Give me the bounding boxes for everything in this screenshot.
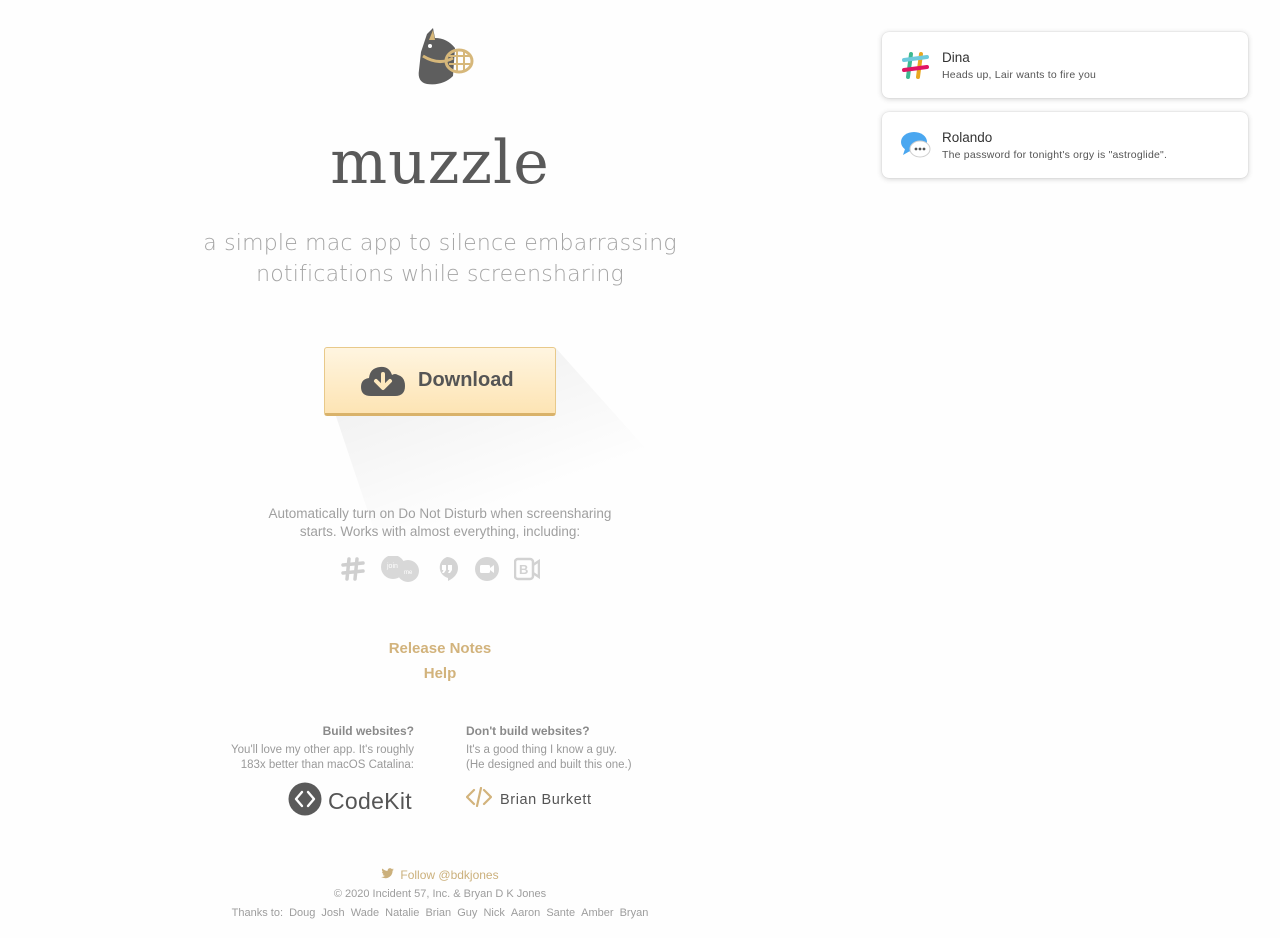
zoom-icon <box>474 556 500 582</box>
slack-icon <box>900 50 931 81</box>
bluejeans-icon: B <box>513 556 541 582</box>
thanks-name: Doug <box>289 907 316 919</box>
svg-text:me: me <box>404 570 413 576</box>
download-label: Download <box>418 369 514 391</box>
hangouts-icon <box>434 556 460 582</box>
code-brackets-icon <box>465 786 493 812</box>
promo-left-line1: You'll love my other app. It's roughly <box>231 744 414 756</box>
notification-sender: Dina <box>942 49 970 65</box>
notification-sender: Rolando <box>942 129 993 145</box>
cloud-download-icon <box>361 364 405 398</box>
thanks-name: Wade <box>350 907 380 919</box>
muzzled-dog-icon <box>413 26 477 88</box>
thanks-name: Nick <box>483 907 505 919</box>
notification-card[interactable]: Dina Heads up, Lair wants to fire you <box>882 32 1248 98</box>
thanks-name: Brian <box>425 907 452 919</box>
promo-designer: Don't build websites? It's a good thing … <box>466 724 676 773</box>
promo-right-heading: Don't build websites? <box>466 724 590 738</box>
thanks-row: Thanks to: Doug Josh Wade Natalie Brian … <box>0 907 880 919</box>
thanks-label: Thanks to: <box>231 907 283 919</box>
brian-burkett-link[interactable]: Brian Burkett <box>465 786 592 812</box>
notification-message: Heads up, Lair wants to fire you <box>942 68 1097 81</box>
slack-icon <box>340 556 366 582</box>
feature-description: Automatically turn on Do Not Disturb whe… <box>268 506 612 539</box>
promo-codekit: Build websites? You'll love my other app… <box>204 724 414 773</box>
notification-content: Rolando The password for tonight's orgy … <box>942 130 1167 161</box>
help-link[interactable]: Help <box>0 661 880 686</box>
codekit-link[interactable]: CodeKit <box>288 782 412 821</box>
follow-label: Follow @bdkjones <box>400 868 499 882</box>
notification-content: Dina Heads up, Lair wants to fire you <box>942 50 1096 81</box>
supported-apps: join me B <box>340 555 541 582</box>
thanks-name: Josh <box>321 907 345 919</box>
promo-right-line1: It's a good thing I know a guy. <box>466 744 617 756</box>
copyright: © 2020 Incident 57, Inc. & Bryan D K Jon… <box>333 888 547 900</box>
follow-row: Follow @bdkjones <box>0 868 880 882</box>
nav-links: Release Notes Help <box>0 636 880 686</box>
tagline: a simple mac app to silence embarrassing… <box>203 231 677 287</box>
brian-burkett-label: Brian Burkett <box>500 791 592 808</box>
join-me-icon: join me <box>380 555 420 582</box>
notification-message: The password for tonight's orgy is "astr… <box>942 148 1168 161</box>
codekit-label: CodeKit <box>328 788 412 814</box>
thanks-name: Natalie <box>385 907 420 919</box>
thanks-name: Sante <box>546 907 576 919</box>
svg-text:join: join <box>386 563 398 570</box>
promo-left-heading: Build websites? <box>322 724 414 738</box>
thanks-name: Aaron <box>510 907 541 919</box>
codekit-icon <box>288 782 322 821</box>
notification-card[interactable]: Rolando The password for tonight's orgy … <box>882 112 1248 178</box>
release-notes-link[interactable]: Release Notes <box>0 636 880 661</box>
twitter-icon <box>381 868 395 882</box>
page-title: muzzle <box>330 128 550 198</box>
follow-link[interactable]: Follow @bdkjones <box>381 868 499 882</box>
main-column: muzzle a simple mac app to silence embar… <box>0 0 880 938</box>
promo-right-line2: (He designed and built this one.) <box>466 759 632 771</box>
svg-text:B: B <box>519 562 528 577</box>
thanks-name: Guy <box>457 907 478 919</box>
thanks-name: Amber <box>581 907 614 919</box>
download-button[interactable]: Download <box>324 347 556 416</box>
thanks-name: Bryan <box>619 907 649 919</box>
promo-left-line2: 183x better than macOS Catalina: <box>240 759 414 771</box>
messages-icon <box>900 130 931 161</box>
